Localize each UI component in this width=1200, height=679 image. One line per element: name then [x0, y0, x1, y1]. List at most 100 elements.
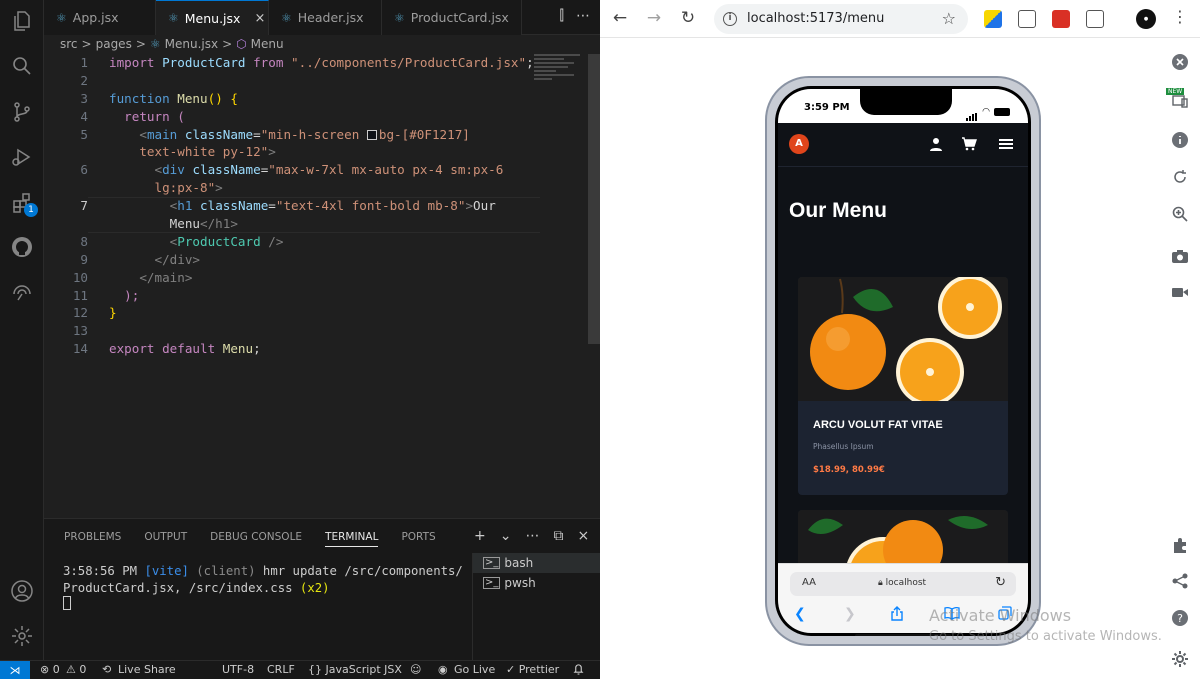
run-debug-icon[interactable]: [9, 144, 35, 170]
copilot-icon[interactable]: ☺: [410, 663, 421, 676]
panel-tab-bar: PROBLEMS OUTPUT DEBUG CONSOLE TERMINAL P…: [64, 531, 436, 547]
url-text[interactable]: localhost:5173/menu: [747, 11, 884, 26]
terminal-dropdown-icon[interactable]: ⌄: [500, 528, 512, 544]
tab-terminal[interactable]: TERMINAL: [325, 531, 379, 547]
close-panel-icon[interactable]: ×: [577, 528, 589, 544]
errors-status[interactable]: ⊗ 0: [40, 663, 60, 676]
help-icon[interactable]: ?: [1166, 606, 1194, 630]
extension-icon[interactable]: [984, 10, 1002, 28]
account-icon[interactable]: [9, 578, 35, 604]
browser-window: ← → ↻ i localhost:5173/menu ☆ ● ⋮ NEW ? …: [600, 0, 1200, 679]
status-bar: ⋊ ⊗ 0 ⚠ 0 ⟲ Live Share UTF-8 CRLF {} Jav…: [0, 660, 600, 679]
phone-mockup: 3:59 PM ◠ A Our Menu ARCU VOLUT FAT VITA…: [765, 76, 1041, 646]
safari-address-bar[interactable]: AA 🔒︎ localhost ↻: [790, 572, 1016, 596]
address-bar[interactable]: i localhost:5173/menu ☆: [714, 4, 968, 34]
more-actions-icon[interactable]: ⋯: [525, 528, 539, 544]
code-line: <h1 className="text-4xl font-bold mb-8">…: [169, 198, 496, 214]
tab-output[interactable]: OUTPUT: [144, 531, 187, 547]
breadcrumb-symbol[interactable]: Menu: [251, 37, 284, 51]
zoom-in-icon[interactable]: [1166, 202, 1194, 226]
more-actions-icon[interactable]: ⋯: [576, 8, 590, 24]
brand-logo[interactable]: A: [789, 134, 809, 154]
extension-icon[interactable]: [1018, 10, 1036, 28]
line-numbers: 1 2 3 4 5 6 7 8 9 10 11 12 13 14: [72, 55, 88, 357]
screenshot-camera-icon[interactable]: [1166, 244, 1194, 268]
code-line: text-white py-12">: [139, 144, 276, 160]
react-icon: ⚛: [168, 11, 179, 25]
bookmark-star-icon[interactable]: ☆: [942, 9, 956, 28]
breadcrumb-pages[interactable]: pages: [96, 37, 132, 51]
product-card[interactable]: ARCU VOLUT FAT VITAE Phasellus Ipsum $18…: [798, 277, 1008, 495]
terminal-item-bash[interactable]: >_ bash: [473, 553, 600, 573]
encoding-status[interactable]: UTF-8: [222, 663, 254, 676]
back-arrow-icon[interactable]: ←: [610, 8, 630, 28]
editor-actions: ⫿ ⋯: [560, 8, 590, 24]
tab-menu-jsx[interactable]: ⚛ Menu.jsx ×: [156, 0, 269, 35]
warnings-status[interactable]: ⚠ 0: [66, 663, 86, 676]
terminal-item-pwsh[interactable]: >_ pwsh: [473, 573, 600, 593]
terminal-list: >_ bash >_ pwsh: [472, 553, 600, 661]
tab-app-jsx[interactable]: ⚛ App.jsx: [44, 0, 156, 35]
tab-productcard-jsx[interactable]: ⚛ ProductCard.jsx: [382, 0, 522, 35]
safari-reload-icon[interactable]: ↻: [995, 575, 1006, 590]
signal-icon: [966, 102, 978, 121]
safari-share-icon[interactable]: [890, 606, 904, 625]
go-live-button[interactable]: Go Live: [454, 663, 495, 676]
battery-icon: [994, 107, 1010, 116]
tab-ports[interactable]: PORTS: [401, 531, 435, 547]
video-record-icon[interactable]: [1166, 280, 1194, 304]
safari-forward-icon[interactable]: ❯: [844, 606, 856, 622]
editor-scrollbar[interactable]: [588, 54, 600, 344]
source-control-icon[interactable]: [9, 99, 35, 125]
breadcrumb-file[interactable]: Menu.jsx: [165, 37, 218, 51]
terminal-output[interactable]: 3:58:56 PM [vite] (client) hmr update /s…: [63, 563, 468, 613]
remote-indicator-icon[interactable]: ⋊: [0, 661, 30, 679]
extensions-puzzle-icon[interactable]: [1086, 10, 1104, 28]
info-icon[interactable]: [1166, 128, 1194, 152]
breadcrumb-src[interactable]: src: [60, 37, 78, 51]
product-title: ARCU VOLUT FAT VITAE: [813, 419, 943, 431]
color-swatch[interactable]: [366, 129, 377, 140]
share-icon[interactable]: [1166, 569, 1194, 593]
hamburger-menu-icon[interactable]: [998, 136, 1014, 152]
user-icon[interactable]: [928, 136, 944, 152]
search-icon[interactable]: [9, 53, 35, 79]
close-tab-icon[interactable]: ×: [254, 11, 265, 26]
new-terminal-icon[interactable]: +: [474, 528, 486, 544]
profile-avatar[interactable]: ●: [1136, 9, 1156, 29]
rotate-icon[interactable]: [1166, 165, 1194, 189]
notifications-bell-icon[interactable]: [573, 663, 584, 678]
code-line: return (: [124, 108, 185, 124]
react-icon: ⚛: [394, 10, 405, 25]
tab-problems[interactable]: PROBLEMS: [64, 531, 121, 547]
tab-header-jsx[interactable]: ⚛ Header.jsx: [269, 0, 382, 35]
tab-debug-console[interactable]: DEBUG CONSOLE: [210, 531, 302, 547]
extension-icon[interactable]: [1052, 10, 1070, 28]
split-editor-icon[interactable]: ⫿: [560, 8, 564, 24]
settings-gear-icon[interactable]: [1166, 647, 1194, 671]
live-share-button[interactable]: Live Share: [118, 663, 176, 676]
windows-activation-watermark: Activate Windows: [929, 606, 1072, 625]
chrome-menu-icon[interactable]: ⋮: [1172, 7, 1188, 26]
safari-back-icon[interactable]: ❮: [794, 606, 806, 622]
settings-gear-icon[interactable]: [9, 623, 35, 649]
reader-aa-button[interactable]: AA: [802, 577, 816, 588]
explorer-icon[interactable]: [9, 8, 35, 34]
language-status[interactable]: {} JavaScript JSX: [308, 663, 402, 676]
forward-arrow-icon[interactable]: →: [644, 8, 664, 28]
code-editor[interactable]: 1 2 3 4 5 6 7 8 9 10 11 12 13 14 import …: [44, 54, 600, 518]
remote-explorer-icon[interactable]: [9, 279, 35, 305]
prettier-status[interactable]: ✓ Prettier: [506, 663, 559, 676]
react-icon: ⚛: [149, 37, 161, 51]
minimap[interactable]: [534, 54, 586, 94]
panel-actions: + ⌄ ⋯ ⧉ ×: [474, 528, 589, 544]
eol-status[interactable]: CRLF: [267, 663, 295, 676]
reload-icon[interactable]: ↻: [678, 8, 698, 28]
page-title: Our Menu: [789, 199, 887, 222]
extension-puzzle-icon[interactable]: [1166, 533, 1194, 557]
github-icon[interactable]: [9, 234, 35, 260]
maximize-panel-icon[interactable]: ⧉: [553, 528, 563, 544]
close-circle-icon[interactable]: [1166, 50, 1194, 74]
cart-icon[interactable]: [961, 136, 977, 152]
site-info-icon[interactable]: i: [723, 12, 737, 26]
